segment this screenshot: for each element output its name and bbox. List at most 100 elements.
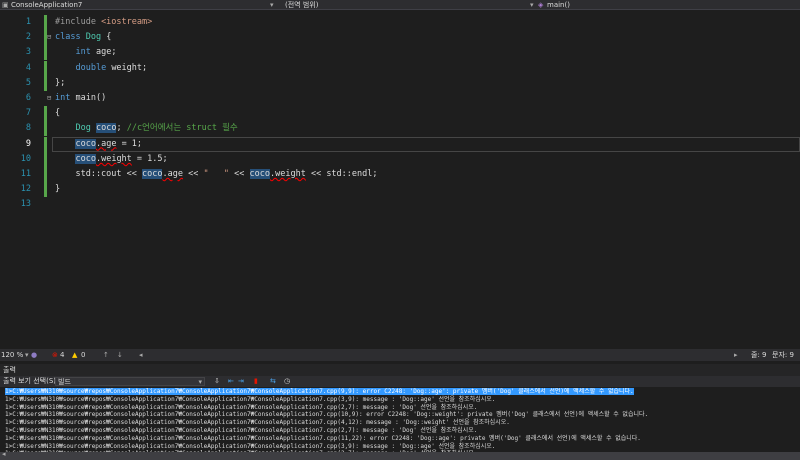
word-wrap-icon[interactable]: ⇆ <box>270 376 276 387</box>
code-token: .age <box>95 138 117 149</box>
output-line-text: 1>C:₩Users₩N310₩source₩repos₩ConsoleAppl… <box>5 426 478 434</box>
current-line-highlight <box>52 136 800 152</box>
code-line[interactable]: 1 #include <iostream> <box>0 15 800 30</box>
output-line[interactable]: 1>C:₩Users₩N310₩source₩repos₩ConsoleAppl… <box>0 427 800 435</box>
output-source-value: 빌드 <box>58 378 71 386</box>
intellicode-icon: ● <box>31 351 38 359</box>
change-marker <box>44 182 47 198</box>
output-line[interactable]: 1>C:₩Users₩N310₩source₩repos₩ConsoleAppl… <box>0 396 800 404</box>
scroll-right-icon[interactable]: ▸ <box>734 349 738 361</box>
code-token: { <box>55 108 61 119</box>
line-number: 12 <box>20 184 31 195</box>
member-dropdown[interactable]: main() <box>547 0 570 10</box>
code-token: " " <box>203 169 230 179</box>
output-line-text: 1>C:₩Users₩N310₩source₩repos₩ConsoleAppl… <box>5 411 649 419</box>
code-token: class <box>55 32 86 43</box>
collapse-icon[interactable]: ⊟ <box>47 30 51 45</box>
code-editor[interactable]: 1 #include <iostream> 2 ⊟ class Dog {3 int a… <box>0 11 800 347</box>
warning-count[interactable]: 0 <box>81 349 85 361</box>
code-line[interactable]: 8 Dog coco; //c언어에서는 struct 필수 <box>0 121 800 137</box>
change-marker <box>44 75 47 91</box>
line-number: 4 <box>25 62 31 73</box>
find-message-icon[interactable]: ⇩ <box>214 376 220 387</box>
code-text: std::cout << coco.age << " " << coco.wei… <box>55 167 378 182</box>
code-line[interactable]: 3 int age; <box>0 45 800 61</box>
code-token: coco <box>75 138 96 149</box>
line-number: 7 <box>25 108 31 119</box>
code-line[interactable]: 10 coco.weight = 1.5; <box>0 151 800 167</box>
output-line-text: 1>C:₩Users₩N310₩source₩repos₩ConsoleAppl… <box>5 419 510 427</box>
output-line-text: 1>C:₩Users₩N310₩source₩repos₩ConsoleAppl… <box>5 395 496 403</box>
line-number: 9 <box>25 138 31 149</box>
line-number: 6 <box>25 93 31 103</box>
zoom-level[interactable]: 120 % <box>1 349 23 361</box>
next-message-icon[interactable]: ⇥ <box>238 376 244 387</box>
output-line[interactable]: 1>C:₩Users₩N310₩source₩repos₩ConsoleAppl… <box>0 388 800 396</box>
code-line[interactable]: 12} <box>0 182 800 198</box>
code-token: coco <box>95 123 117 134</box>
code-token: #include <box>55 17 102 27</box>
scope-dropdown[interactable]: (전역 범위) <box>285 0 318 10</box>
scroll-left-icon[interactable]: ◂ <box>139 349 143 361</box>
code-line[interactable]: 13 <box>0 197 800 212</box>
code-text: }; <box>55 76 65 91</box>
output-line-text: 1>C:₩Users₩N310₩source₩repos₩ConsoleAppl… <box>5 434 641 442</box>
change-marker <box>44 15 47 30</box>
arrow-up-icon[interactable]: ↑ <box>103 349 109 361</box>
horizontal-scrollbar[interactable]: ◂ <box>0 450 800 460</box>
code-token: .weight <box>95 153 132 164</box>
change-marker <box>44 167 47 182</box>
clock-icon[interactable]: ◷ <box>284 376 290 387</box>
code-line[interactable]: 5}; <box>0 75 800 91</box>
change-marker <box>44 136 47 152</box>
line-number: 11 <box>20 169 31 179</box>
code-token: { <box>101 32 112 43</box>
arrow-down-icon[interactable]: ↓ <box>117 349 123 361</box>
output-line-text: 1>C:₩Users₩N310₩source₩repos₩ConsoleAppl… <box>5 388 634 395</box>
previous-message-icon[interactable]: ⇤ <box>228 376 234 387</box>
code-token: int <box>55 93 76 103</box>
output-text[interactable]: 1>C:₩Users₩N310₩source₩repos₩ConsoleAppl… <box>0 388 800 452</box>
line-number: 3 <box>25 47 31 58</box>
output-line-text: 1>C:₩Users₩N310₩source₩repos₩ConsoleAppl… <box>5 442 496 450</box>
editor-status-bar: 120 % ▾ ● ⊗ 4 ▲ 0 ↑ ↓ ◂ ▸ 줄: 9 문자: 9 <box>0 349 800 361</box>
error-icon[interactable]: ⊗ <box>52 349 58 361</box>
code-line[interactable]: 4 double weight; <box>0 60 800 76</box>
output-source-select[interactable]: 빌드 ▾ <box>55 377 205 386</box>
code-text: #include <iostream> <box>55 15 152 30</box>
code-token: coco <box>75 153 96 164</box>
line-number: 2 <box>25 32 31 43</box>
code-text: coco.age = 1; <box>55 137 142 152</box>
output-line[interactable]: 1>C:₩Users₩N310₩source₩repos₩ConsoleAppl… <box>0 435 800 443</box>
code-text: int main() <box>55 91 106 106</box>
line-number: 10 <box>20 153 31 164</box>
code-text: class Dog { <box>55 30 111 45</box>
code-line[interactable]: 7{ <box>0 106 800 122</box>
scroll-left-icon[interactable]: ◂ <box>2 450 6 458</box>
warning-icon[interactable]: ▲ <box>72 349 77 361</box>
chevron-down-icon: ▾ <box>198 378 202 386</box>
code-line[interactable]: 9 coco.age = 1; <box>0 136 800 152</box>
chevron-down-icon[interactable]: ▾ <box>25 349 29 361</box>
code-text: Dog coco; //c언어에서는 struct 필수 <box>55 121 238 136</box>
output-line[interactable]: 1>C:₩Users₩N310₩source₩repos₩ConsoleAppl… <box>0 419 800 427</box>
code-token: } <box>55 184 61 195</box>
code-token: //c언어에서는 struct 필수 <box>126 123 238 134</box>
chevron-down-icon[interactable]: ▾ <box>270 0 274 10</box>
change-marker <box>44 151 47 167</box>
project-icon: ▣ <box>2 1 9 9</box>
code-token: double <box>75 62 112 73</box>
code-token: = 1.5; <box>131 153 168 164</box>
clear-all-icon[interactable]: ▮ <box>254 376 258 387</box>
chevron-down-icon[interactable]: ▾ <box>530 0 534 10</box>
collapse-icon[interactable]: ⊟ <box>47 91 51 106</box>
output-panel-title: 출력 <box>0 364 800 376</box>
output-toolbar: 출력 보기 선택(S): 빌드 ▾ ⇩ ⇤ ⇥ ▮ ⇆ ◷ <box>0 376 800 387</box>
code-token: coco <box>142 169 163 179</box>
code-line[interactable]: 2 ⊟ class Dog { <box>0 30 800 46</box>
error-count[interactable]: 4 <box>60 349 64 361</box>
project-dropdown[interactable]: ConsoleApplication7 <box>11 0 82 10</box>
code-line[interactable]: 6 ⊟ int main() <box>0 91 800 106</box>
code-line[interactable]: 11 std::cout << coco.age << " " << coco.… <box>0 167 800 182</box>
